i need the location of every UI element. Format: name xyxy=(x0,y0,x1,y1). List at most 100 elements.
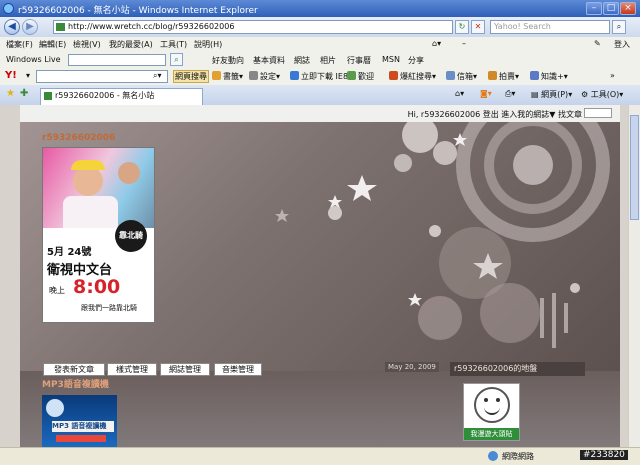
menu-bar: 檔案(F) 編輯(E) 檢視(V) 我的最愛(A) 工具(T) 說明(H) ⌂▾… xyxy=(0,37,640,53)
toolbar-friends[interactable]: 好友動向 xyxy=(212,55,244,66)
toolbar-msn[interactable]: MSN xyxy=(382,55,400,64)
poster-image: 靠北騎 5月 24號 衛視中文台 晚上 8:00 跟我們一路靠北騎 xyxy=(42,147,155,323)
ie-logo-icon xyxy=(3,3,14,14)
search-icon[interactable]: ⌕▾ xyxy=(153,71,162,81)
toolbar-profile[interactable]: 基本資料 xyxy=(253,55,285,66)
signin-link[interactable]: 登入 xyxy=(614,39,630,50)
signin-icon: ✎ xyxy=(594,39,601,48)
knowledge-icon xyxy=(530,71,539,80)
mail-icon xyxy=(446,71,455,80)
avatar-widget-label: 我漫遊大頭貼 xyxy=(464,428,519,440)
mp3-player-widget[interactable]: MP3 語音複讀機 xyxy=(42,395,117,447)
poster-tagline: 跟我們一路靠北騎 xyxy=(81,304,137,312)
toolbar-calendar[interactable]: 行事曆 xyxy=(347,55,371,66)
bookmark-menu[interactable]: 書籤▾ xyxy=(212,71,243,82)
tools-menu-label: 工具(O) xyxy=(590,90,620,99)
welcome-icon xyxy=(347,71,356,80)
live-search-input[interactable] xyxy=(68,54,166,66)
knowledge-menu[interactable]: 知識+▾ xyxy=(530,71,568,82)
style-manage-button[interactable]: 樣式管理 xyxy=(107,363,157,376)
ie8-download-label: 立即下載 IE8 xyxy=(301,72,349,81)
menu-view[interactable]: 檢視(V) xyxy=(73,39,101,50)
post-date: May 20, 2009 xyxy=(385,362,439,372)
search-button[interactable]: ⌕ xyxy=(612,20,626,34)
sidebar-title: r59326602006的地盤 xyxy=(450,362,585,376)
print-icon[interactable]: ⎙▾ xyxy=(505,89,515,99)
user-bar: Hi, r59326602006 登出 進入我的網誌▼ 找文章 xyxy=(20,105,620,122)
blog-manage-button[interactable]: 網誌管理 xyxy=(160,363,210,376)
auction-label: 拍賣 xyxy=(499,72,515,81)
ie8-download-link[interactable]: 立即下載 IE8 xyxy=(290,71,348,82)
poster-badge: 靠北騎 xyxy=(115,220,147,252)
favorites-star-icon[interactable]: ★ xyxy=(6,88,15,99)
menu-help[interactable]: 說明(H) xyxy=(194,39,222,50)
hot-search-label: 爆紅搜尋 xyxy=(400,72,432,81)
tab-current[interactable]: r59326602006 - 無名小站 xyxy=(40,88,203,105)
maximize-button[interactable]: □ xyxy=(603,2,619,15)
tab-row: ★ ✚ r59326602006 - 無名小站 ⌂▾ ◙▾ ⎙▾ ▤ 網頁(P)… xyxy=(0,85,640,106)
add-favorites-icon[interactable]: ✚ xyxy=(20,88,28,99)
toolbar-share[interactable]: 分享 xyxy=(408,55,424,66)
menu-tools[interactable]: 工具(T) xyxy=(160,39,187,50)
toolbar-blog[interactable]: 網誌 xyxy=(294,55,310,66)
jersey-shape xyxy=(63,196,118,228)
user-bar-text[interactable]: Hi, r59326602006 登出 進入我的網誌▼ 找文章 xyxy=(408,109,582,120)
tab-page-icon xyxy=(44,92,52,100)
ie-icon xyxy=(290,71,299,80)
helmet-shape xyxy=(71,160,105,170)
bookmark-icon xyxy=(212,71,221,80)
mp3-label: MP3 語音複讀機 xyxy=(52,421,114,432)
hot-search-icon xyxy=(389,71,398,80)
auction-menu[interactable]: 拍賣▾ xyxy=(488,71,519,82)
menu-file[interactable]: 檔案(F) xyxy=(6,39,33,50)
mp3-player-title: MP3語音複讀機 xyxy=(42,380,109,390)
forward-button[interactable]: ▶ xyxy=(22,19,38,35)
scrollbar-thumb[interactable] xyxy=(630,115,639,220)
yahoo-toolbar: Y! ▾ ⌕▾ 網頁搜尋 書籤▾ 設定▾ 立即下載 IE8 歡迎 爆紅搜尋▾ 信… xyxy=(0,68,640,86)
minimize-toolbar-icon[interactable]: – xyxy=(462,39,466,48)
rss-icon[interactable]: ◙▾ xyxy=(480,89,492,98)
home-toolbar-icon[interactable]: ⌂▾ xyxy=(455,89,464,98)
poster-time-label: 晚上 xyxy=(49,286,65,295)
address-field[interactable]: http://www.wretch.cc/blog/r59326602006 xyxy=(53,20,453,34)
tools-menu[interactable]: ⚙ 工具(O)▾ xyxy=(581,89,623,100)
mp3-tagline-bar xyxy=(56,435,106,442)
tab-label: r59326602006 - 無名小站 xyxy=(55,91,155,100)
find-article-input[interactable] xyxy=(584,108,612,118)
face-shape xyxy=(73,166,103,196)
live-search-icon[interactable]: ⌕ xyxy=(170,53,183,66)
toolbar-photos[interactable]: 相片 xyxy=(320,55,336,66)
minimize-button[interactable]: – xyxy=(586,2,602,15)
settings-menu[interactable]: 設定▾ xyxy=(249,71,280,82)
avatar-widget[interactable]: 我漫遊大頭貼 xyxy=(463,383,520,441)
stop-button[interactable]: ✕ xyxy=(471,20,485,34)
smiley-mouth xyxy=(484,405,500,415)
windows-live-toolbar: Windows Live ⌕ 好友動向 基本資料 網誌 相片 行事曆 MSN 分… xyxy=(0,52,640,69)
mail-menu[interactable]: 信箱▾ xyxy=(446,71,477,82)
settings-label: 設定 xyxy=(260,72,276,81)
welcome-link[interactable]: 歡迎 xyxy=(347,71,374,82)
refresh-button[interactable]: ↻ xyxy=(455,20,469,34)
status-bar: 網際網路 #233820 xyxy=(0,447,640,465)
page-scrollbar[interactable] xyxy=(628,105,640,447)
speaker-icon xyxy=(46,399,64,417)
blog-title[interactable]: r59326602006 xyxy=(42,133,115,143)
toolbar-overflow-icon[interactable]: » xyxy=(610,71,615,80)
new-post-button[interactable]: 發表新文章 xyxy=(43,363,105,376)
home-icon[interactable]: ⌂▾ xyxy=(432,39,441,48)
search-input[interactable]: Yahoo! Search xyxy=(490,20,610,34)
hot-search-menu[interactable]: 爆紅搜尋▾ xyxy=(389,71,436,82)
menu-favorites[interactable]: 我的最愛(A) xyxy=(109,39,153,50)
page-menu[interactable]: ▤ 網頁(P)▾ xyxy=(531,89,572,100)
web-search-button[interactable]: 網頁搜尋 xyxy=(173,70,209,83)
welcome-label: 歡迎 xyxy=(358,72,374,81)
window-title: r59326602006 - 無名小站 - Windows Internet E… xyxy=(18,6,258,16)
smiley-icon xyxy=(474,387,510,423)
menu-edit[interactable]: 編輯(E) xyxy=(39,39,66,50)
music-manage-button[interactable]: 音樂管理 xyxy=(214,363,262,376)
close-button[interactable]: × xyxy=(620,2,636,15)
back-button[interactable]: ◀ xyxy=(4,19,20,35)
knowledge-label: 知識+ xyxy=(541,72,564,81)
yahoo-search-input[interactable] xyxy=(36,70,168,83)
chevron-down-icon[interactable]: ▾ xyxy=(26,71,30,80)
